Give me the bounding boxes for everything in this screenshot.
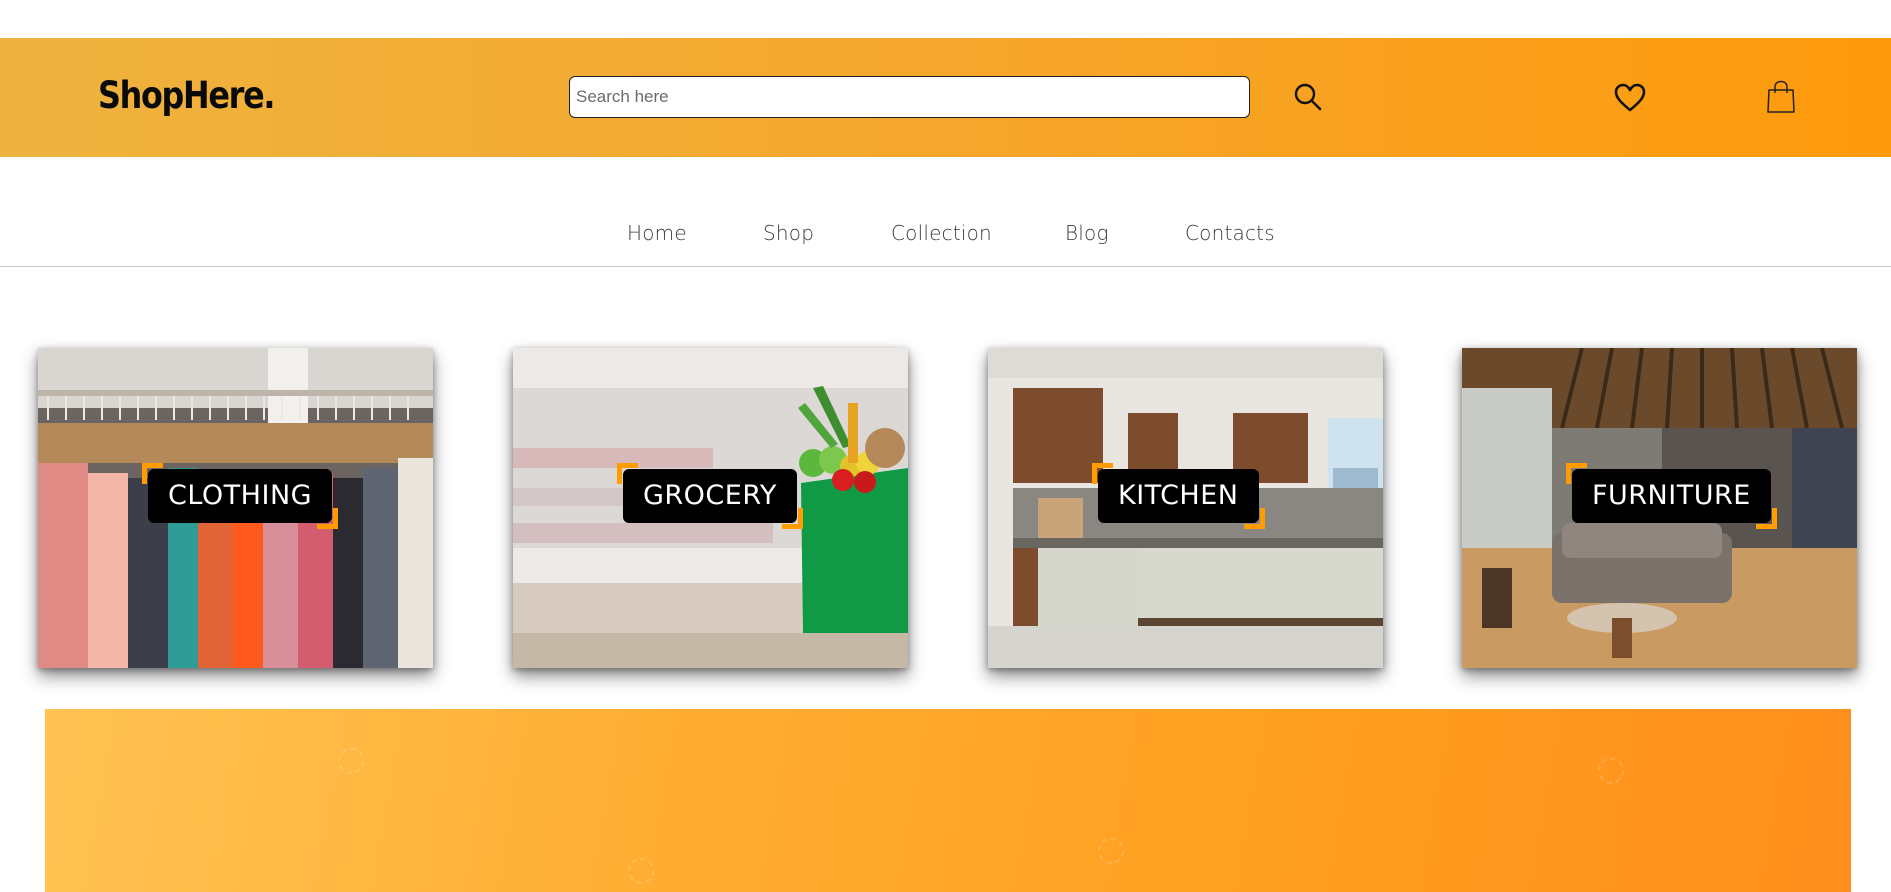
category-card-grocery[interactable]: GROCERY xyxy=(513,348,908,668)
category-card-furniture[interactable]: FURNITURE xyxy=(1462,348,1857,668)
nav-item-contacts[interactable]: Contacts xyxy=(1185,221,1275,245)
nav-item-shop[interactable]: Shop xyxy=(763,221,814,245)
shopping-bag-icon[interactable] xyxy=(1766,80,1796,114)
category-card-kitchen[interactable]: KITCHEN xyxy=(988,348,1383,668)
category-label-furniture: FURNITURE xyxy=(1566,463,1777,529)
site-header: ShopHere. xyxy=(0,38,1891,157)
nav-item-home[interactable]: Home xyxy=(627,221,687,245)
watermark-shape: ◌ xyxy=(616,844,664,892)
watermark-shape: ◌ xyxy=(1586,744,1634,794)
nav-item-collection[interactable]: Collection xyxy=(891,221,992,245)
category-card-clothing[interactable]: CLOTHING xyxy=(38,348,433,668)
search-input[interactable] xyxy=(569,76,1250,118)
category-label-clothing: CLOTHING xyxy=(141,463,339,529)
top-spacer xyxy=(0,0,1891,38)
watermark-shape: ◌ xyxy=(1086,824,1134,874)
category-label-kitchen: KITCHEN xyxy=(1092,463,1264,529)
heart-icon[interactable] xyxy=(1614,83,1646,113)
watermark-shape: ◌ xyxy=(326,734,374,784)
logo[interactable]: ShopHere. xyxy=(98,74,275,117)
category-label-grocery: GROCERY xyxy=(617,463,803,529)
promo-banner: ◌ ◌ ◌ ◌ xyxy=(45,709,1851,892)
nav-item-blog[interactable]: Blog xyxy=(1065,221,1109,245)
main-nav: Home Shop Collection Blog Contacts xyxy=(0,157,1891,267)
search-icon[interactable] xyxy=(1293,82,1323,112)
